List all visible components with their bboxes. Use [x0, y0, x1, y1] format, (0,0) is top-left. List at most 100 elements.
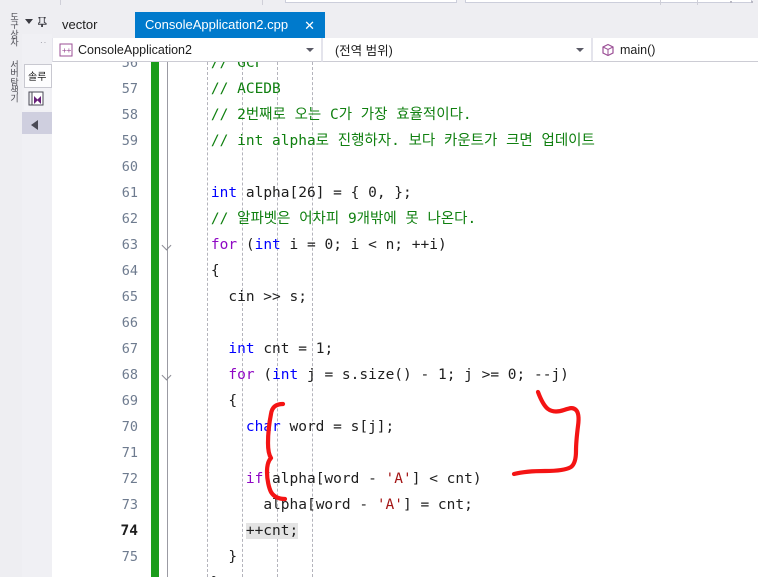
code-line[interactable]: for (int i = 0; i < n; ++i)	[176, 232, 758, 258]
code-line[interactable]: {	[176, 388, 758, 414]
code-editor[interactable]: 56 57 58 59 60 61 62 63 64 65 66 67 68 69 70 71 72 73 74 75…	[52, 62, 758, 577]
code-token: (	[254, 367, 273, 383]
code-token: ; --j)	[516, 367, 569, 383]
navbar-project-label: ConsoleApplication2	[78, 42, 192, 57]
code-token: ] = cnt;	[403, 497, 473, 513]
line-number: 71	[121, 445, 138, 461]
code-token: int	[254, 237, 281, 253]
code-line[interactable]: alpha[word - 'A'] = cnt;	[176, 492, 758, 518]
navbar-scope-dropdown[interactable]: (전역 범위)	[322, 38, 592, 62]
code-line[interactable]: for (int j = s.size() - 1; j >= 0; --j)	[176, 362, 758, 388]
code-token: for	[210, 237, 238, 253]
code-line[interactable]	[176, 310, 758, 336]
code-token: {	[210, 263, 220, 279]
line-number: 60	[121, 159, 138, 175]
code-line[interactable]	[176, 154, 758, 180]
code-line[interactable]: }	[176, 570, 758, 577]
navbar-member-dropdown[interactable]: main()	[592, 38, 758, 62]
cpp-project-icon: + +	[59, 43, 73, 57]
code-line[interactable]: // int alpha로 진행하자. 보다 카운트가 크면 업데이트	[176, 128, 758, 154]
vertical-tab-toolbox[interactable]: 도구 상자	[1, 12, 21, 56]
line-number: 56	[121, 62, 138, 71]
code-token: 1	[437, 367, 447, 383]
solution-explorer-label: 솔루	[28, 72, 47, 83]
code-token: alpha[	[237, 185, 299, 201]
code-token: ] = {	[315, 185, 369, 201]
code-token: cin >> s;	[228, 289, 307, 305]
toolbar-platform-combo[interactable]	[465, 0, 752, 3]
code-token: word = s[j];	[280, 419, 395, 435]
code-token: i =	[280, 237, 325, 253]
tab-vector[interactable]: vector	[52, 12, 135, 38]
pin-icon[interactable]	[38, 17, 47, 27]
code-token: (	[237, 237, 255, 253]
code-token: int	[210, 185, 238, 201]
tab-label: vector	[62, 17, 98, 32]
navbar-project-dropdown[interactable]: + + ConsoleApplication2	[52, 38, 322, 62]
toolbar-config-combo[interactable]	[285, 0, 457, 3]
line-number: 62	[121, 211, 138, 227]
editor-tab-strip: vector ConsoleApplication2.cpp ✕	[52, 12, 758, 38]
line-number: 63	[121, 237, 138, 253]
code-token: ;	[324, 341, 334, 357]
code-token: 0	[324, 237, 334, 253]
tab-consoleapplication2-cpp[interactable]: ConsoleApplication2.cpp ✕	[135, 12, 325, 38]
line-number-gutter: 56 57 58 59 60 61 62 63 64 65 66 67 68 69 70 71 72 73 74 75…	[52, 62, 148, 577]
code-line[interactable]: // 알파벳은 어차피 9개밖에 못 나온다.	[176, 206, 758, 232]
left-docked-panel: ·· 솔루	[22, 12, 53, 577]
line-number: 70	[121, 419, 138, 435]
code-token: 0	[507, 367, 517, 383]
panel-collapse-button[interactable]	[22, 112, 52, 134]
chevron-down-icon[interactable]	[576, 48, 584, 52]
code-line[interactable]: int alpha[26] = { 0, };	[176, 180, 758, 206]
vertical-tab-server-explorer[interactable]: 서버 탐색기	[1, 60, 21, 104]
chevron-down-icon[interactable]	[25, 19, 33, 24]
change-bar	[151, 62, 159, 577]
code-token: alpha[word -	[263, 497, 377, 513]
auto-hide-tab-rail: 도구 상자 서버 탐색기	[0, 12, 22, 577]
outlining-column[interactable]	[160, 62, 176, 577]
code-token: char	[245, 419, 281, 435]
code-line[interactable]: }	[176, 544, 758, 570]
line-number: 75	[121, 549, 138, 565]
collapse-arrow-icon	[31, 120, 38, 130]
code-line[interactable]: char word = s[j];	[176, 414, 758, 440]
code-line[interactable]	[176, 440, 758, 466]
code-line[interactable]: // GCF	[176, 62, 758, 76]
code-token: ; i < n; ++i)	[333, 237, 447, 253]
code-token: int	[228, 341, 255, 357]
code-line[interactable]: cin >> s;	[176, 284, 758, 310]
method-icon	[601, 43, 615, 57]
code-text-area[interactable]: // GCF // ACEDB // 2번째로 오는 C가 가장 효율적이다. …	[176, 62, 758, 577]
solution-explorer-button[interactable]: 솔루	[24, 64, 52, 88]
line-number: 57	[121, 81, 138, 97]
collapse-chevron-icon[interactable]	[162, 372, 173, 379]
code-line[interactable]: ++cnt;	[176, 518, 758, 544]
panel-overflow-dots[interactable]: ··	[40, 38, 47, 47]
line-number: 76	[58, 570, 138, 577]
code-token: 'A'	[376, 497, 404, 513]
code-token: // 알파벳은 어차피 9개밖에 못 나온다.	[210, 211, 477, 227]
code-line[interactable]: // 2번째로 오는 C가 가장 효율적이다.	[176, 102, 758, 128]
collapse-chevron-icon[interactable]	[162, 242, 173, 249]
navbar-member-label: main()	[620, 42, 656, 57]
code-token: }	[228, 549, 238, 565]
close-icon[interactable]: ✕	[304, 19, 315, 32]
selected-text: ++cnt;	[245, 523, 299, 539]
code-line[interactable]: {	[176, 258, 758, 284]
team-explorer-button[interactable]	[24, 88, 50, 110]
line-number: 67	[121, 341, 138, 357]
team-explorer-icon	[28, 91, 44, 106]
chevron-down-icon[interactable]	[306, 48, 314, 52]
line-number: 69	[121, 393, 138, 409]
code-token: // ACEDB	[210, 81, 281, 97]
panel-header	[22, 12, 52, 34]
code-line[interactable]: // ACEDB	[176, 76, 758, 102]
navigation-bar: + + ConsoleApplication2 (전역 범위) main()	[52, 38, 758, 62]
line-number: 72	[121, 471, 138, 487]
svg-text:+: +	[67, 46, 72, 55]
code-line[interactable]: if(alpha[word - 'A'] < cnt)	[176, 466, 758, 492]
line-number: 65	[121, 289, 138, 305]
code-token: 0	[368, 185, 377, 201]
code-line[interactable]: int cnt = 1;	[176, 336, 758, 362]
